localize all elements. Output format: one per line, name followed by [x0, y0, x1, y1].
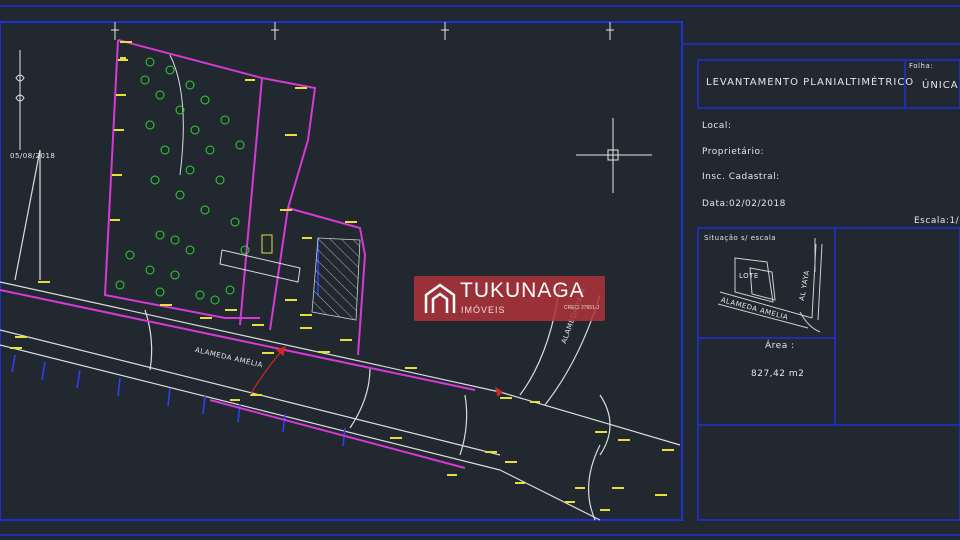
north-arrow	[15, 50, 25, 150]
house-icon	[424, 283, 456, 313]
trees	[115, 57, 250, 305]
watermark-logo: TUKUNAGA IMÓVEIS CRECI 27651-J	[414, 276, 605, 321]
watermark-subtitle: IMÓVEIS	[461, 305, 506, 315]
watermark-creci: CRECI 27651-J	[564, 305, 600, 311]
grid-ticks	[111, 22, 614, 40]
crosshair-cursor	[576, 118, 652, 193]
cadastral-label: Insc. Cadastral:	[702, 172, 780, 182]
local-label: Local:	[702, 121, 732, 131]
hatched-building	[311, 237, 361, 321]
street-markers	[11, 238, 346, 447]
title-block-frame	[682, 43, 960, 521]
location-label: Situação s/ escala	[704, 234, 777, 242]
owner-label: Proprietário:	[702, 147, 765, 157]
mini-lote-label: LOTE	[739, 272, 759, 280]
scale-text: Escala:1/	[914, 216, 960, 226]
area-value: 827,42 m2	[751, 369, 805, 379]
project-title: LEVANTAMENTO PLANIALTIMÉTRICO	[706, 77, 915, 88]
date-text: Data:02/02/2018	[702, 199, 786, 209]
sheet-value: ÚNICA	[922, 80, 959, 91]
north-date: 05/08/2018	[10, 152, 56, 160]
sheet-label: Folha:	[909, 62, 934, 70]
watermark-brand: TUKUNAGA	[460, 279, 585, 302]
street-lines	[0, 149, 681, 521]
area-label: Área :	[765, 341, 795, 351]
